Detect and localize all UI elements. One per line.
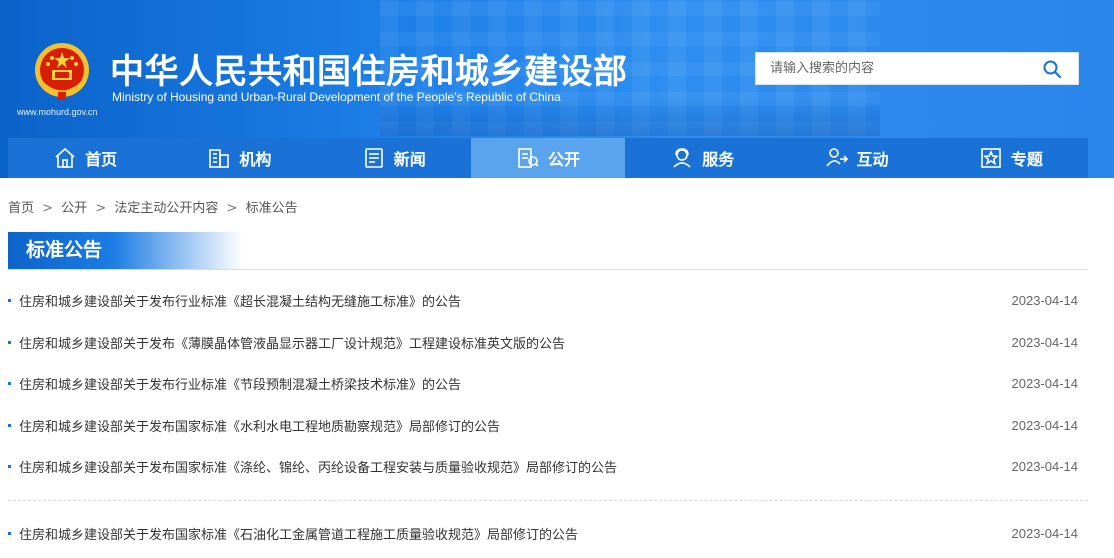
site-title-cn[interactable]: 中华人民共和国住房和城乡建设部 <box>110 44 628 93</box>
nav-item-home[interactable]: 首页 <box>8 138 163 178</box>
main-nav: 首页 机构 新闻 公开 服务 互动 专题 <box>8 138 1088 178</box>
nav-item-label: 机构 <box>239 150 272 169</box>
nav-item-service[interactable]: 服务 <box>625 138 780 178</box>
breadcrumb: 首页 > 公开 > 法定主动公开内容 > 标准公告 <box>8 197 298 216</box>
bullet-icon <box>8 382 11 386</box>
star-icon <box>981 148 1001 168</box>
list-item-link[interactable]: 住房和城乡建设部关于发布国家标准《涤纶、锦纶、丙纶设备工程安装与质量验收规范》局… <box>19 457 1088 476</box>
list-item-link[interactable]: 住房和城乡建设部关于发布国家标准《水利水电工程地质勘察规范》局部修订的公告 <box>19 416 1088 435</box>
list-item-date: 2023-04-14 <box>1011 525 1079 541</box>
search-icon[interactable] <box>1042 59 1062 79</box>
interaction-icon <box>825 148 848 167</box>
list-item-date: 2023-04-14 <box>1011 459 1079 475</box>
nav-item-label: 公开 <box>547 150 580 169</box>
home-icon <box>55 147 75 168</box>
service-icon <box>673 148 691 168</box>
disclosure-icon <box>518 148 539 168</box>
nav-item-label: 新闻 <box>393 150 426 169</box>
breadcrumb-separator: > <box>226 201 238 216</box>
breadcrumb-separator: > <box>95 201 107 216</box>
nav-item-topics[interactable]: 专题 <box>933 138 1088 178</box>
list-item-date: 2023-04-14 <box>1011 293 1079 309</box>
breadcrumb-link-statutory[interactable]: 法定主动公开内容 <box>114 201 218 216</box>
list-item-link[interactable]: 住房和城乡建设部关于发布行业标准《节段预制混凝土桥梁技术标准》的公告 <box>19 374 1088 393</box>
list-item: 住房和城乡建设部关于发布行业标准《节段预制混凝土桥梁技术标准》的公告 2023-… <box>8 363 1088 405</box>
list-item-date: 2023-04-14 <box>1011 417 1079 433</box>
breadcrumb-link-home[interactable]: 首页 <box>8 201 34 216</box>
breadcrumb-current[interactable]: 标准公告 <box>246 201 298 216</box>
list-item: 住房和城乡建设部关于发布国家标准《涤纶、锦纶、丙纶设备工程安装与质量验收规范》局… <box>8 446 1088 488</box>
search-box <box>755 52 1079 85</box>
bullet-icon <box>8 299 11 303</box>
list-item-link[interactable]: 住房和城乡建设部关于发布《薄膜晶体管液晶显示器工厂设计规范》工程建设标准英文版的… <box>19 333 1088 352</box>
national-emblem-icon[interactable] <box>30 40 94 104</box>
search-input[interactable] <box>756 53 1036 84</box>
nav-item-label: 专题 <box>1010 150 1043 169</box>
list-item-date: 2023-04-14 <box>1011 334 1079 350</box>
announcement-list: 住房和城乡建设部关于发布行业标准《超长混凝土结构无缝施工标准》的公告 2023-… <box>8 280 1088 554</box>
list-item: 住房和城乡建设部关于发布国家标准《水利水电工程地质勘察规范》局部修订的公告 20… <box>8 405 1088 447</box>
breadcrumb-separator: > <box>42 201 54 216</box>
list-item: 住房和城乡建设部关于发布国家标准《石油化工金属管道工程施工质量验收规范》局部修订… <box>8 513 1088 555</box>
list-item-date: 2023-04-14 <box>1011 376 1079 392</box>
news-icon <box>364 148 383 168</box>
building-icon <box>209 149 230 168</box>
nav-item-interaction[interactable]: 互动 <box>779 138 934 178</box>
section-title: 标准公告 <box>8 232 243 269</box>
bullet-icon <box>8 340 11 344</box>
list-item: 住房和城乡建设部关于发布行业标准《超长混凝土结构无缝施工标准》的公告 2023-… <box>8 280 1088 322</box>
site-title-en: Ministry of Housing and Urban-Rural Deve… <box>112 90 561 104</box>
nav-item-label: 互动 <box>856 150 889 169</box>
list-item: 住房和城乡建设部关于发布《薄膜晶体管液晶显示器工厂设计规范》工程建设标准英文版的… <box>8 322 1088 364</box>
nav-item-label: 服务 <box>702 150 735 169</box>
site-url: www.mohurd.gov.cn <box>17 107 98 117</box>
bullet-icon <box>8 423 11 427</box>
list-item-link[interactable]: 住房和城乡建设部关于发布行业标准《超长混凝土结构无缝施工标准》的公告 <box>19 291 1088 310</box>
breadcrumb-link-disclosure[interactable]: 公开 <box>61 201 87 216</box>
list-item-link[interactable]: 住房和城乡建设部关于发布国家标准《石油化工金属管道工程施工质量验收规范》局部修订… <box>19 524 1088 543</box>
nav-item-news[interactable]: 新闻 <box>316 138 471 178</box>
section-header: 标准公告 <box>8 232 1088 270</box>
bullet-icon <box>8 531 11 535</box>
bullet-icon <box>8 465 11 469</box>
nav-item-disclosure[interactable]: 公开 <box>470 138 626 178</box>
nav-item-organization[interactable]: 机构 <box>162 138 317 178</box>
list-divider <box>8 499 1088 501</box>
nav-item-label: 首页 <box>85 150 118 169</box>
